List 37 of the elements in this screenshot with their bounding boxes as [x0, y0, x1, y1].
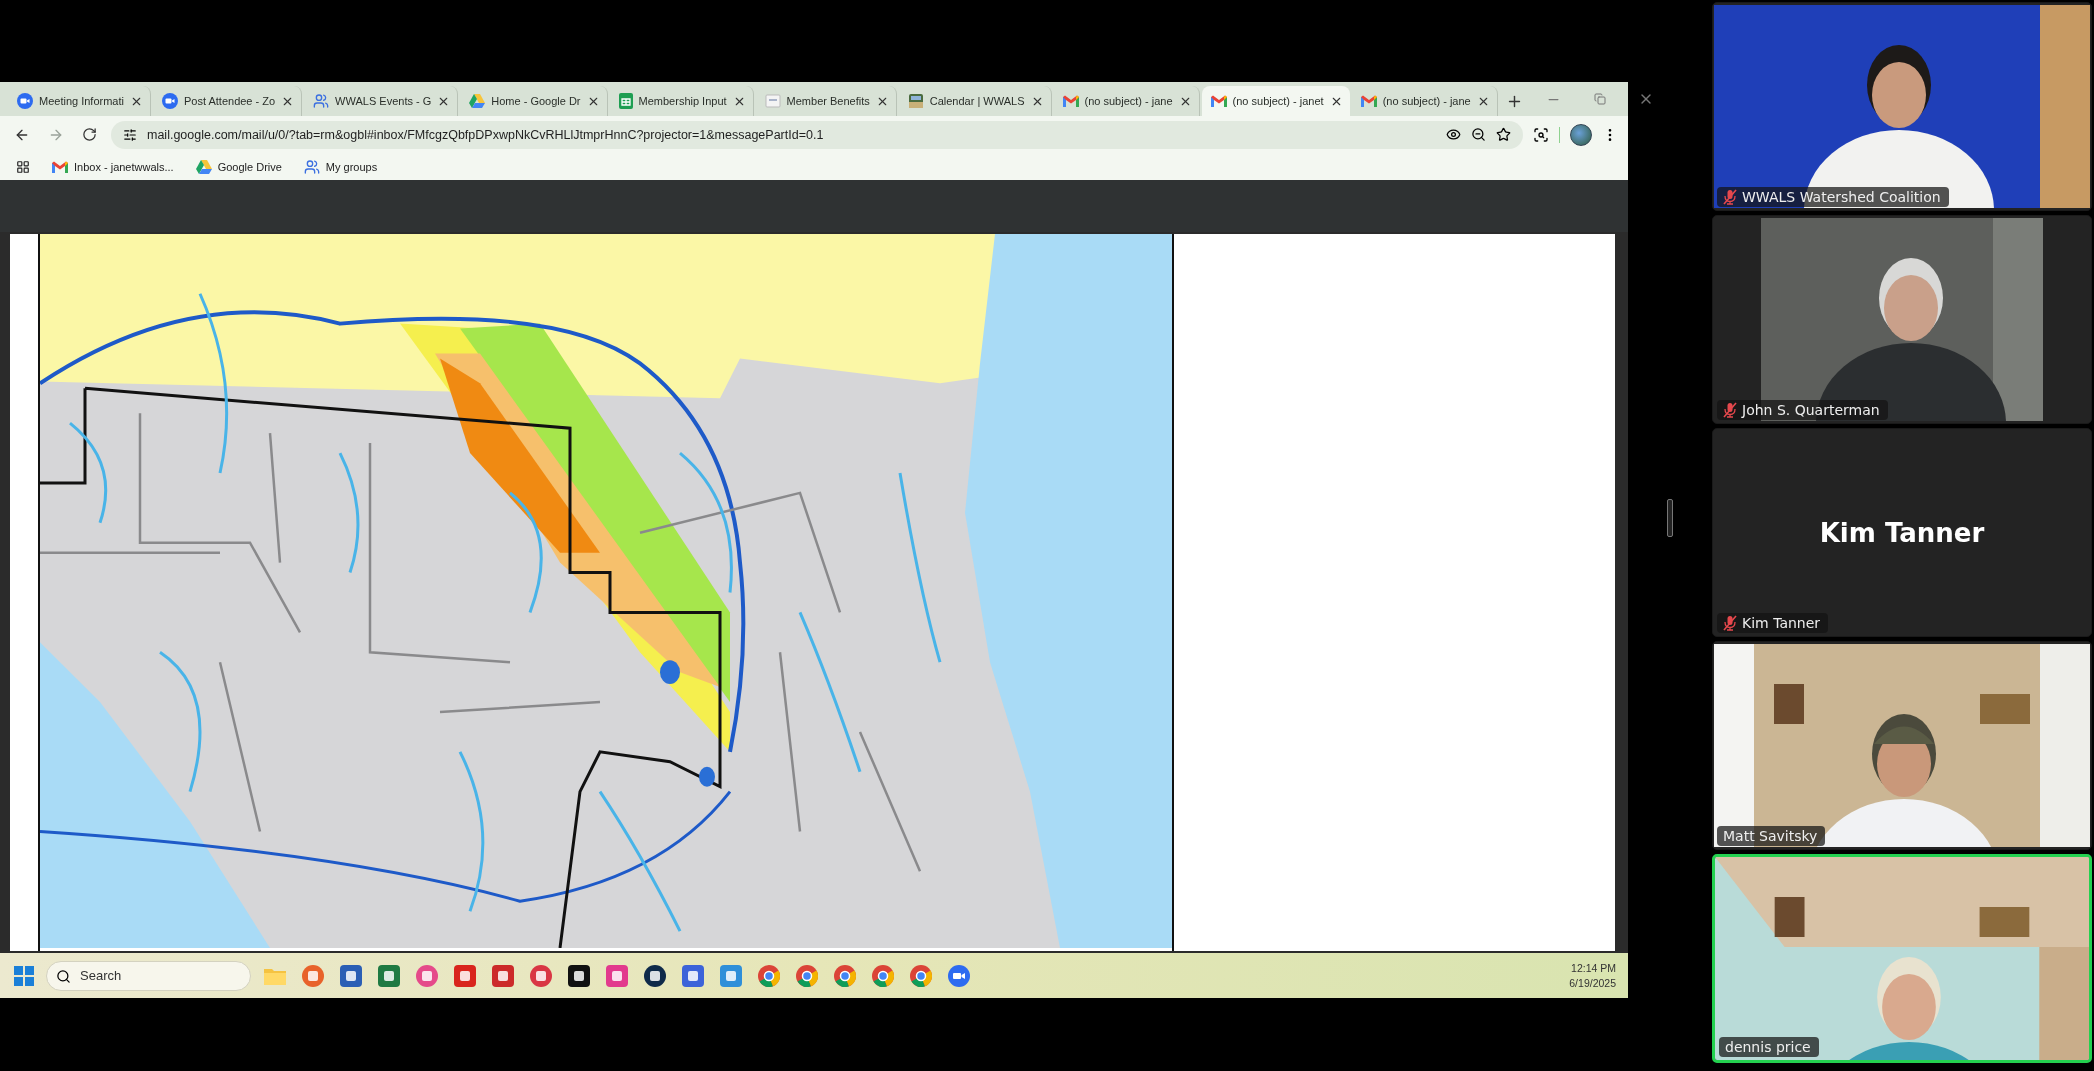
document-icon — [764, 93, 781, 109]
clock-date: 6/19/2025 — [1569, 977, 1616, 989]
bookmark[interactable]: Google Drive — [195, 159, 282, 174]
video-camera-icon — [162, 93, 178, 109]
mail-icon — [1210, 95, 1227, 107]
mail-icon — [52, 160, 68, 173]
zoom-out-icon[interactable] — [1471, 127, 1486, 142]
participant-name: dennis price — [1725, 1039, 1811, 1055]
triangle-icon — [195, 159, 212, 174]
address-bar[interactable]: mail.google.com/mail/u/0/?tab=rm&ogbl#inbox/FMfcgzQbfpDPxwpNkCvRHLlJtmprHnnC?projector=1&messagePartId=0.1 — [111, 120, 1523, 149]
bookmark[interactable]: My groups — [303, 158, 378, 175]
search-icon — [56, 968, 71, 984]
participant-name: John S. Quarterman — [1742, 402, 1880, 418]
tab-search-icon[interactable] — [1533, 126, 1549, 143]
triangle-icon — [469, 94, 486, 108]
people-icon — [303, 158, 320, 175]
apps-icon[interactable] — [16, 159, 30, 174]
restore-icon[interactable] — [1593, 93, 1606, 105]
search-field[interactable]: Search — [46, 960, 251, 991]
star-icon[interactable] — [1496, 127, 1511, 142]
people-icon — [313, 93, 330, 109]
profile-avatar[interactable] — [1570, 123, 1592, 146]
site-settings-icon[interactable] — [123, 127, 137, 142]
bookmark[interactable]: Inbox - janetwwals... — [52, 160, 174, 173]
resize-handle[interactable] — [1667, 498, 1673, 537]
mail-icon — [1062, 95, 1079, 107]
browser-tab[interactable]: (no subject) - janet — [1201, 86, 1350, 116]
spreadsheet-icon — [618, 93, 633, 109]
clock-time: 12:14 PM — [1571, 962, 1616, 974]
eye-icon[interactable] — [1446, 127, 1461, 142]
participant-name: Kim Tanner — [1742, 615, 1821, 631]
video-camera-icon — [17, 93, 33, 109]
participant-name: Matt Savitsky — [1723, 828, 1818, 844]
mail-icon — [1360, 95, 1377, 107]
participant-name: WWALS Watershed Coalition — [1742, 189, 1941, 205]
participant-display-name: Kim Tanner — [1819, 517, 1985, 548]
calendar-icon — [907, 93, 924, 109]
